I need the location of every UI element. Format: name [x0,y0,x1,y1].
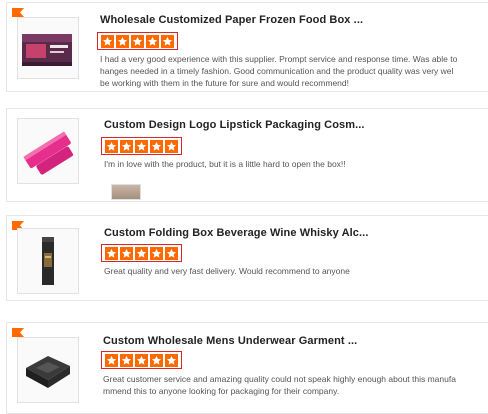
star-icon [146,34,159,48]
product-thumbnail[interactable] [17,337,79,403]
star-icon [105,139,118,153]
star-icon [105,353,118,367]
lipstick-box-icon [23,131,74,175]
star-icon [150,246,163,260]
star-icon [165,246,178,260]
rating-stars [101,244,182,262]
review-card: Custom Design Logo Lipstick Packaging Co… [6,108,488,202]
gift-box-icon [26,356,70,388]
star-icon [161,34,174,48]
star-icon [165,353,178,367]
product-title[interactable]: Custom Folding Box Beverage Wine Whisky … [104,227,368,239]
food-box-icon [22,34,72,66]
ribbon-icon [12,8,24,17]
rating-stars [101,351,182,369]
star-icon [131,34,144,48]
product-title[interactable]: Custom Wholesale Mens Underwear Garment … [103,335,357,347]
star-icon [120,353,133,367]
review-photo-thumbnail[interactable] [111,184,141,200]
star-icon [150,353,163,367]
star-icon [120,246,133,260]
star-icon [150,139,163,153]
rating-stars [97,32,178,50]
star-icon [105,246,118,260]
star-icon [135,246,148,260]
star-icon [101,34,114,48]
wine-box-icon [42,237,54,285]
review-card: Custom Folding Box Beverage Wine Whisky … [6,215,488,301]
star-icon [116,34,129,48]
star-icon [135,139,148,153]
rating-stars [101,137,182,155]
product-thumbnail[interactable] [17,118,79,184]
review-text-line: I'm in love with the product, but it is … [104,159,346,169]
review-text-line: mmend this to anyone looking for packagi… [103,386,340,396]
review-card: Wholesale Customized Paper Frozen Food B… [6,2,488,92]
review-text-line: Great customer service and amazing quali… [103,374,456,384]
product-thumbnail[interactable] [17,228,79,294]
review-text-line: Great quality and very fast delivery. Wo… [104,266,350,276]
ribbon-icon [12,328,24,337]
product-thumbnail[interactable] [17,17,79,79]
review-card: Custom Wholesale Mens Underwear Garment … [6,322,488,414]
star-icon [120,139,133,153]
product-title[interactable]: Custom Design Logo Lipstick Packaging Co… [104,119,365,131]
product-title[interactable]: Wholesale Customized Paper Frozen Food B… [100,14,363,26]
star-icon [165,139,178,153]
review-text-line: I had a very good experience with this s… [100,54,458,64]
review-text-line: hanges needed in a timely fashion. Good … [100,66,454,76]
star-icon [135,353,148,367]
review-text-line: be working with them in the future for s… [100,78,349,88]
